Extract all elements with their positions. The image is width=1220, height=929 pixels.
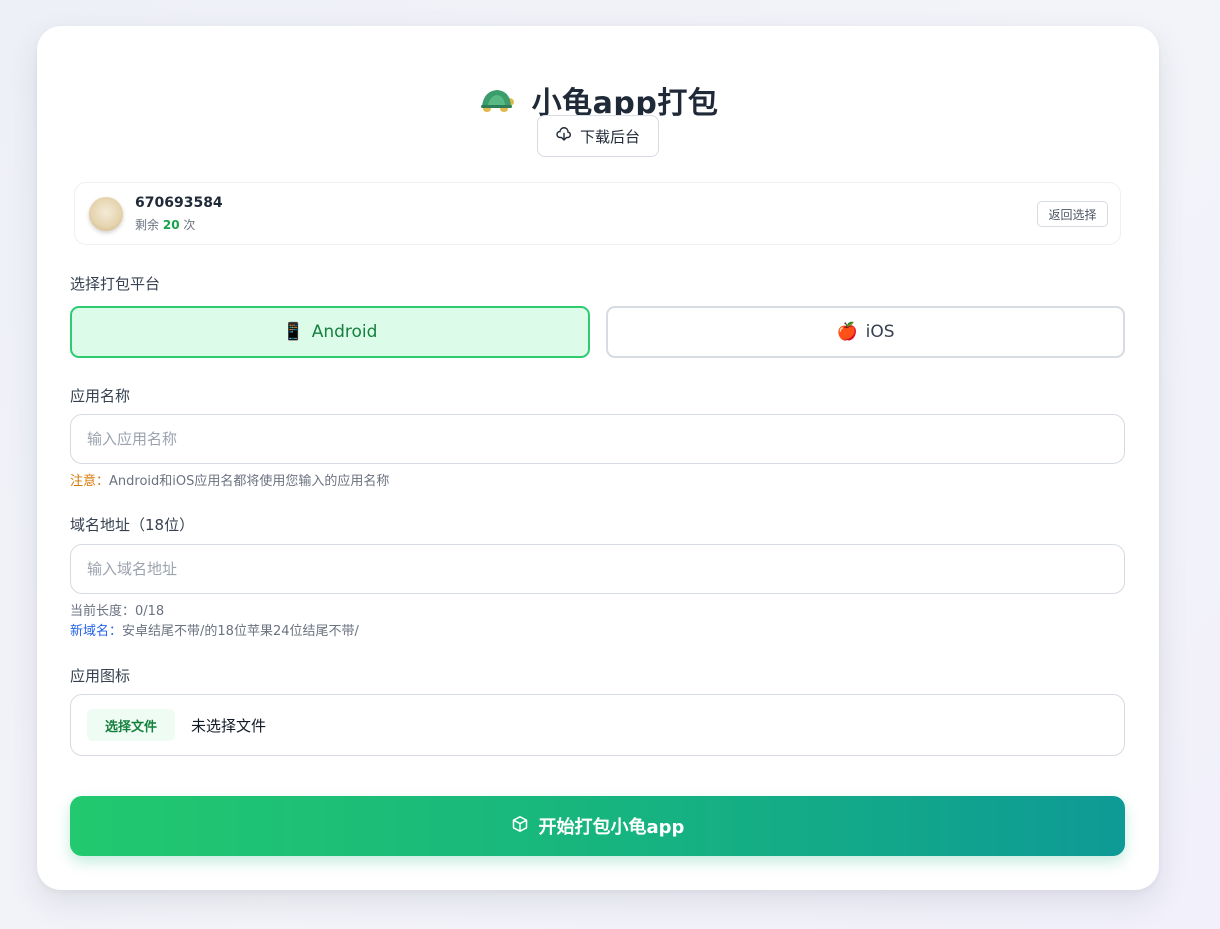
domain-label: 域名地址（18位） [70,516,195,534]
platform-android-label: Android [311,322,378,342]
domain-note-text: 安卓结尾不带/的18位苹果24位结尾不带/ [122,624,359,639]
domain-note-prefix: 新域名： [70,624,123,639]
app-name-label: 应用名称 [70,387,131,405]
back-select-button[interactable]: 返回选择 [1037,201,1108,227]
download-backend-label: 下载后台 [579,127,640,146]
phone-icon: 📱 [282,322,304,342]
app-name-note-prefix: 注意： [70,474,110,489]
remain-suffix: 次 [183,218,196,232]
start-build-label: 开始打包小龟app [538,817,685,838]
file-input[interactable]: 选择文件 未选择文件 [70,694,1125,756]
domain-length: 当前长度：0/18 [70,604,165,619]
domain-note: 新域名：安卓结尾不带/的18位苹果24位结尾不带/ [70,620,359,639]
apple-icon: 🍎 [836,322,858,342]
app-name-note-text: Android和iOS应用名都将使用您输入的应用名称 [109,474,390,489]
download-backend-button[interactable]: 下载后台 [537,115,659,157]
app-name-input[interactable] [70,414,1125,464]
user-info-box: 670693584 剩余 20 次 返回选择 [74,182,1121,245]
avatar [89,197,123,231]
platform-ios-label: iOS [865,322,895,342]
remain-number: 20 [162,218,180,232]
package-icon [511,815,529,838]
cloud-download-icon [556,126,572,146]
platform-option-android[interactable]: 📱 Android [70,306,590,358]
platform-option-ios[interactable]: 🍎 iOS [606,306,1125,358]
user-id: 670693584 [135,195,223,211]
file-status: 未选择文件 [191,717,267,735]
icon-upload-label: 应用图标 [70,667,131,685]
choose-file-button[interactable]: 选择文件 [87,709,175,741]
turtle-icon [478,86,516,114]
start-build-button[interactable]: 开始打包小龟app [70,796,1125,856]
remain-prefix: 剩余 [135,218,160,232]
app-name-note: 注意：Android和iOS应用名都将使用您输入的应用名称 [70,470,389,489]
remaining-count: 剩余 20 次 [135,216,195,233]
platform-label: 选择打包平台 [70,275,161,293]
domain-input[interactable] [70,544,1125,594]
main-card: 小龟app打包 下载后台 670693584 剩余 20 次 返回选择 选择打包… [37,26,1159,890]
